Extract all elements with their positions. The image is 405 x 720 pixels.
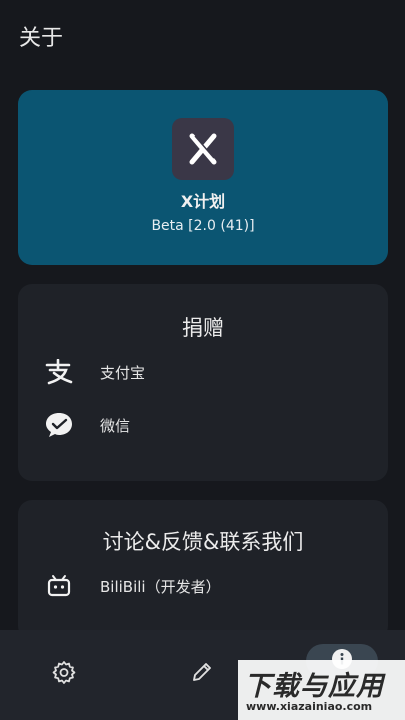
donate-title: 捐赠 (182, 316, 224, 340)
page-title: 关于 (19, 26, 64, 51)
x-logo-icon (172, 118, 234, 180)
nav-settings[interactable] (44, 658, 84, 690)
edit-icon (190, 660, 214, 688)
bilibili-icon (44, 571, 74, 601)
contact-item-label: BiliBili（开发者） (100, 577, 221, 596)
app-version: Beta [2.0 (41)] (151, 218, 255, 234)
donate-item-label: 微信 (100, 416, 131, 435)
donate-item-wechat[interactable]: 微信 (18, 405, 388, 445)
donate-item-alipay[interactable]: 支付宝 (18, 352, 388, 392)
app-name: X计划 (180, 192, 226, 211)
donate-card: 捐赠 支付宝 微信 (18, 284, 388, 481)
wechat-icon (44, 410, 74, 440)
nav-edit[interactable] (182, 658, 222, 690)
contact-title: 讨论&反馈&联系我们 (102, 530, 304, 554)
watermark-title: 下载与应用 (244, 671, 384, 702)
watermark-url: www.xiazainiao.com (246, 700, 373, 713)
donate-item-label: 支付宝 (100, 363, 146, 382)
contact-card: 讨论&反馈&联系我们 BiliBili（开发者） (18, 500, 388, 640)
app-info-card: X计划 Beta [2.0 (41)] (18, 90, 388, 265)
alipay-icon (44, 357, 74, 387)
watermark-logo: 下载与应用 www.xiazainiao.com (238, 660, 405, 720)
contact-item-bilibili[interactable]: BiliBili（开发者） (18, 566, 388, 606)
settings-icon (52, 660, 76, 688)
